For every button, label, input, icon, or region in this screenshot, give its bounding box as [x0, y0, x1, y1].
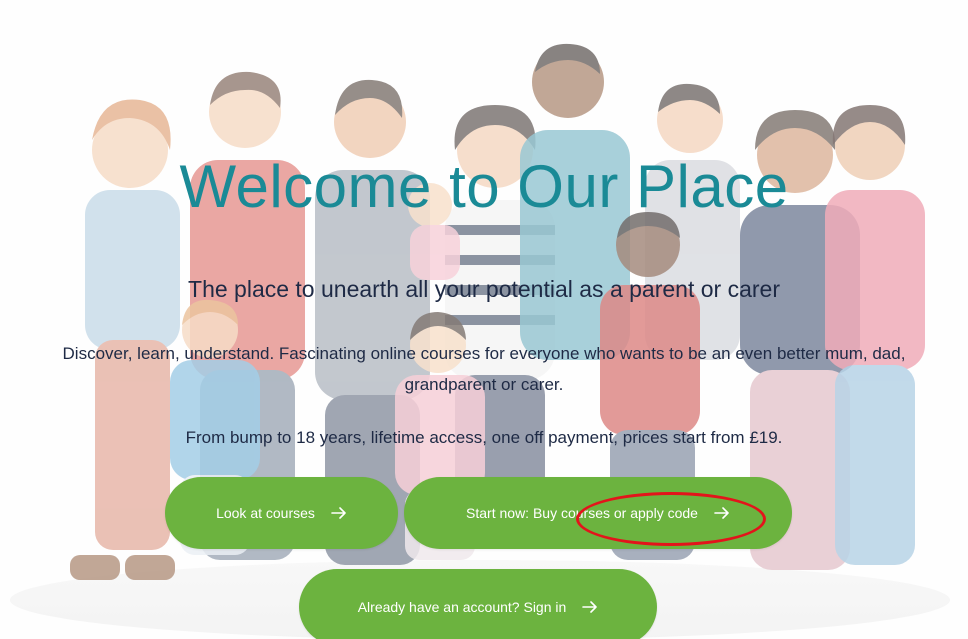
- pricing-text: From bump to 18 years, lifetime access, …: [185, 428, 783, 447]
- look-at-courses-button[interactable]: Look at courses: [165, 477, 398, 549]
- start-now-label: Start now: Buy courses or apply code: [466, 505, 698, 521]
- hero-subtitle: The place to unearth all your potential …: [188, 276, 780, 302]
- arrow-right-icon: [331, 507, 346, 519]
- hero-content: Welcome to Our Place The place to uneart…: [0, 0, 968, 639]
- arrow-right-icon: [582, 601, 598, 613]
- hero-description: Discover, learn, understand. Fascinating…: [62, 344, 906, 394]
- arrow-right-icon: [714, 507, 729, 519]
- sign-in-label: Already have an account? Sign in: [357, 599, 567, 615]
- sign-in-button[interactable]: Already have an account? Sign in: [299, 569, 657, 639]
- start-now-button[interactable]: Start now: Buy courses or apply code: [404, 477, 792, 549]
- page-title: Welcome to Our Place: [179, 153, 789, 220]
- page: Welcome to Our Place The place to uneart…: [0, 0, 968, 639]
- look-at-courses-label: Look at courses: [216, 505, 315, 521]
